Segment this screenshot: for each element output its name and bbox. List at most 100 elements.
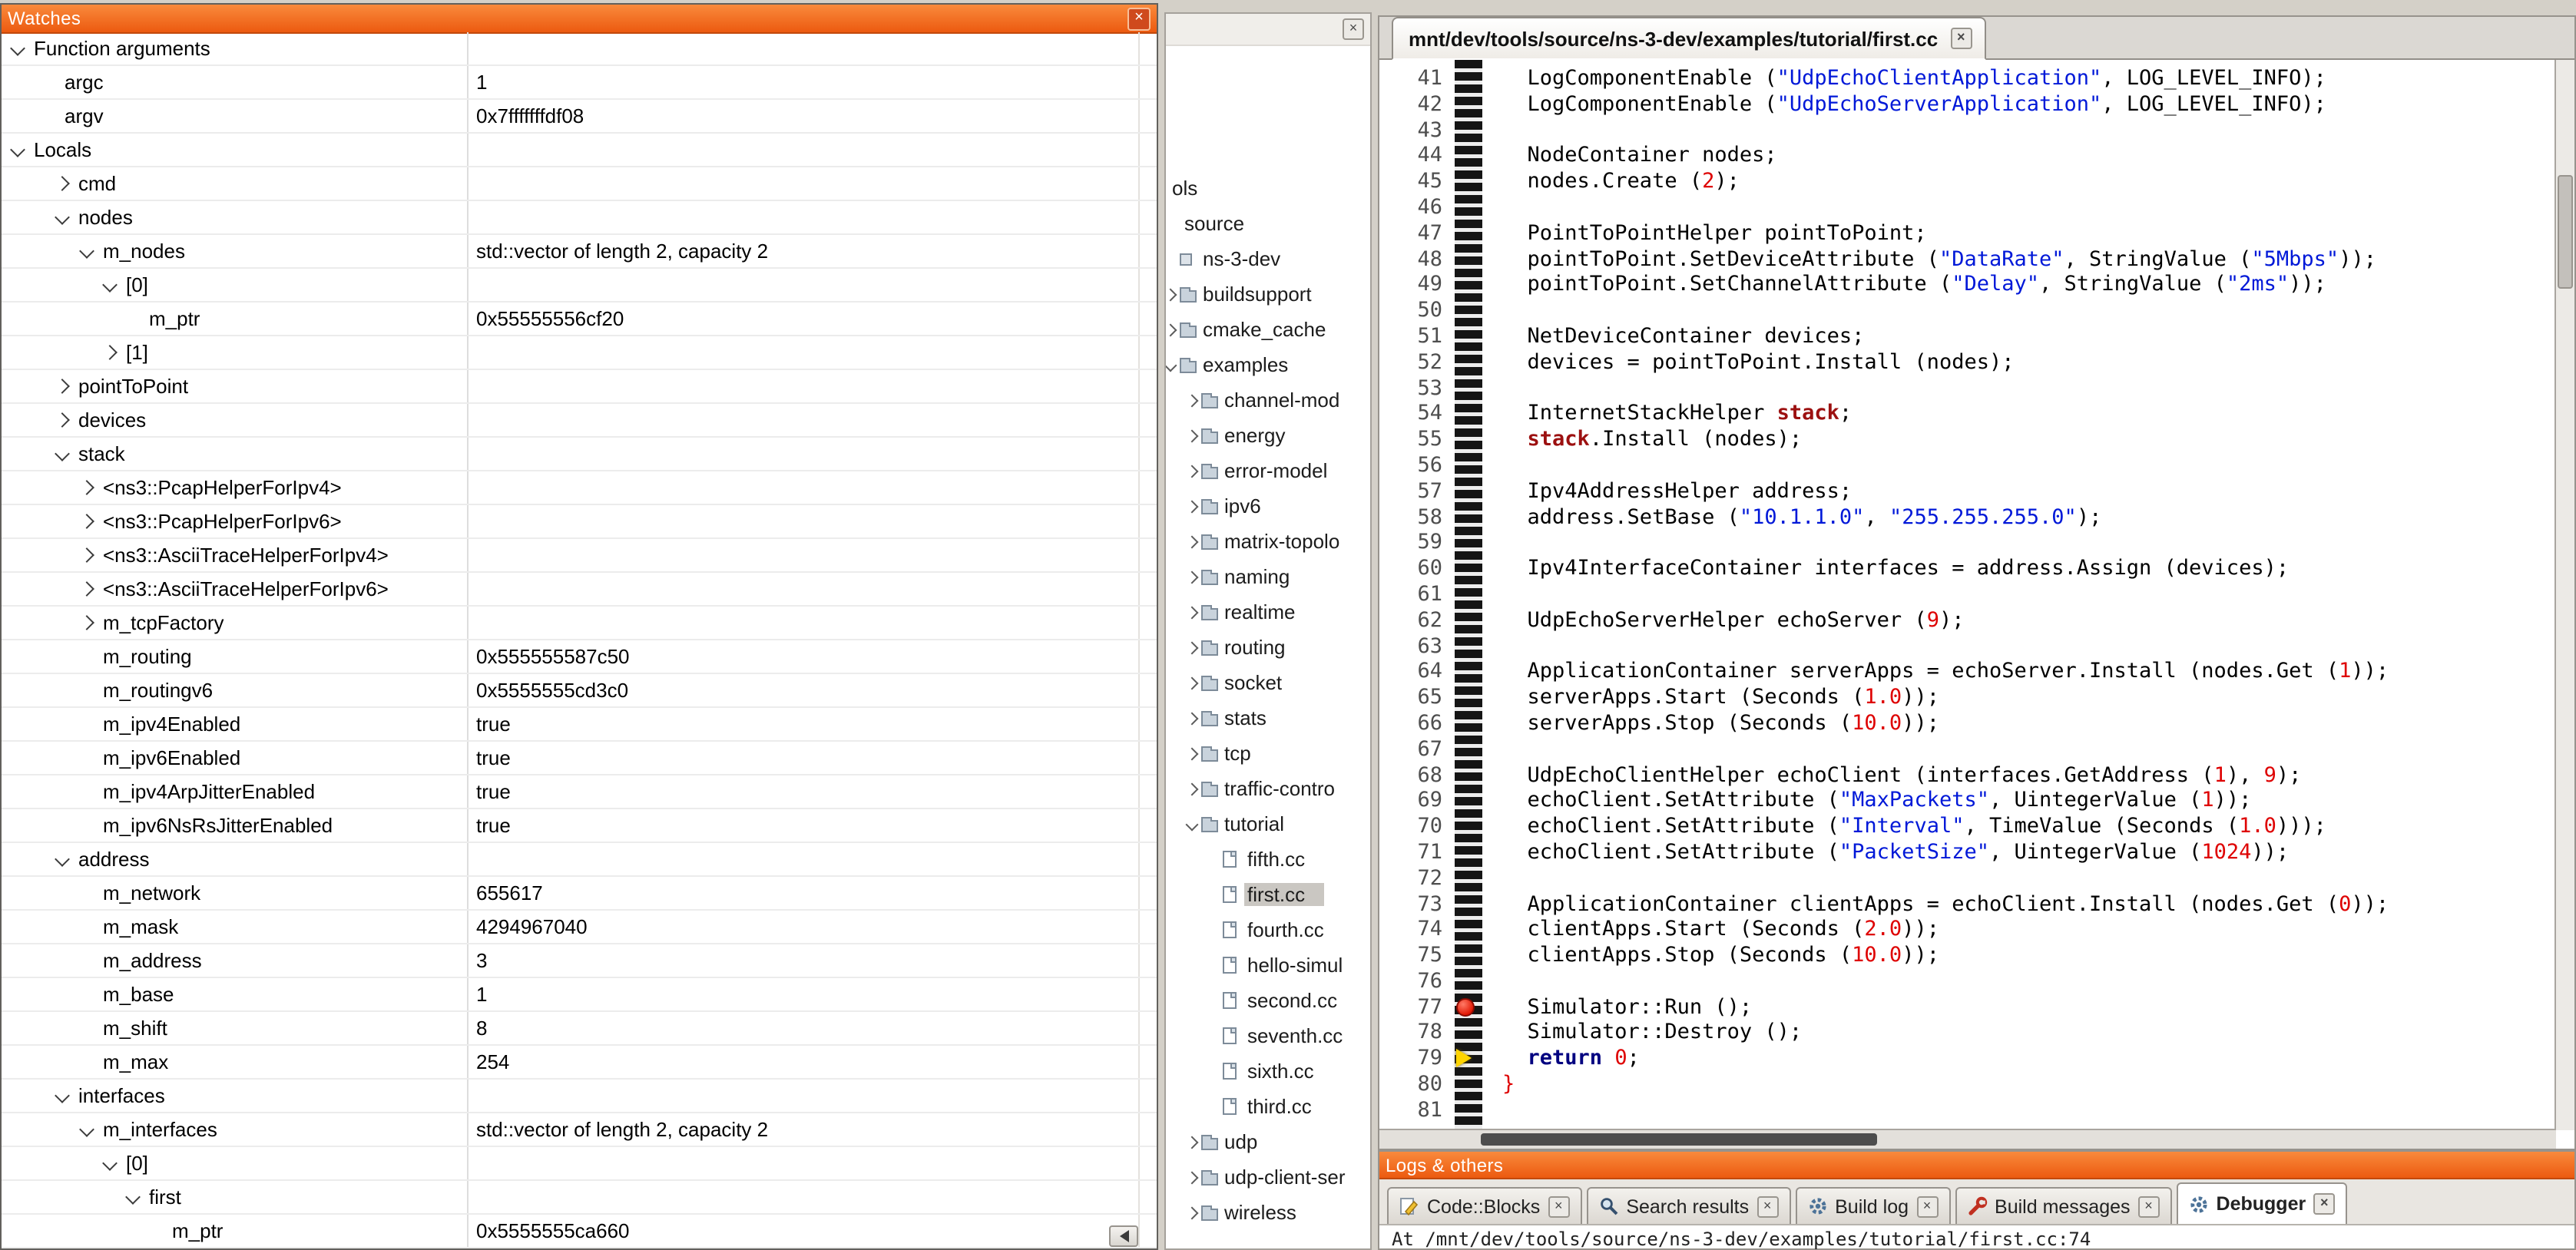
code-line[interactable]: 79 return 0; — [1379, 1047, 2556, 1073]
watch-row[interactable]: [1] — [2, 336, 1157, 370]
collapse-arrow-icon[interactable] — [55, 446, 70, 461]
tree-item[interactable]: tutorial — [1166, 806, 1370, 842]
tree-item[interactable]: socket — [1166, 665, 1370, 700]
expand-arrow-icon[interactable] — [1186, 783, 1199, 796]
code-line[interactable]: 65 serverApps.Start (Seconds (1.0)); — [1379, 685, 2556, 711]
horizontal-scrollbar-thumb[interactable] — [1481, 1133, 1877, 1146]
tree-item[interactable]: matrix-topolo — [1166, 524, 1370, 559]
tree-item[interactable]: routing — [1166, 630, 1370, 665]
tree-item[interactable]: ns-3-dev — [1166, 241, 1370, 276]
code-line[interactable]: 81 — [1379, 1098, 2556, 1124]
watch-row[interactable]: argv0x7fffffffdf08 — [2, 100, 1157, 134]
tree-item[interactable]: fourth.cc — [1166, 912, 1370, 947]
project-tree[interactable]: olssourcens-3-devbuildsupportcmake_cache… — [1166, 14, 1370, 1248]
watch-row[interactable]: m_address3 — [2, 944, 1157, 978]
tab-build-messages[interactable]: Build messages× — [1955, 1187, 2172, 1224]
tree-item[interactable]: second.cc — [1166, 983, 1370, 1018]
code-line[interactable]: 56 — [1379, 453, 2556, 479]
code-line[interactable]: 77 Simulator::Run (); — [1379, 994, 2556, 1020]
expand-arrow-icon[interactable] — [55, 412, 70, 428]
expand-arrow-icon[interactable] — [79, 480, 94, 495]
tree-item[interactable]: sixth.cc — [1166, 1053, 1370, 1089]
watch-row[interactable]: m_tcpFactory — [2, 607, 1157, 640]
watch-row[interactable]: Function arguments — [2, 32, 1157, 66]
watch-row[interactable]: m_ptr0x55555556cf20 — [2, 303, 1157, 336]
code-line[interactable]: 76 — [1379, 969, 2556, 995]
code-line[interactable]: 42 LogComponentEnable ("UdpEchoServerApp… — [1379, 92, 2556, 118]
watch-row[interactable]: stack — [2, 438, 1157, 471]
expand-arrow-icon[interactable] — [1186, 607, 1199, 620]
tab-build-log[interactable]: Build log× — [1795, 1187, 1950, 1224]
watch-row[interactable]: m_routing0x555555587c50 — [2, 640, 1157, 674]
collapse-arrow-icon[interactable] — [55, 210, 70, 225]
tab-search-results[interactable]: Search results× — [1586, 1187, 1790, 1224]
tree-item[interactable]: buildsupport — [1166, 276, 1370, 312]
code-line[interactable]: 46 — [1379, 195, 2556, 221]
horizontal-scrollbar[interactable] — [1379, 1129, 2556, 1149]
expand-arrow-icon[interactable] — [55, 379, 70, 394]
watch-row[interactable]: m_base1 — [2, 978, 1157, 1012]
close-icon[interactable]: × — [1127, 7, 1151, 30]
close-icon[interactable]: × — [1548, 1195, 1569, 1217]
watch-row[interactable]: m_max254 — [2, 1046, 1157, 1080]
collapse-arrow-icon[interactable] — [10, 142, 25, 157]
code-line[interactable]: 71 echoClient.SetAttribute ("PacketSize"… — [1379, 840, 2556, 866]
editor-tab[interactable]: mnt/dev/tools/source/ns-3-dev/examples/t… — [1392, 17, 1985, 60]
expand-arrow-icon[interactable] — [1186, 430, 1199, 443]
expand-arrow-icon[interactable] — [102, 345, 118, 360]
code-line[interactable]: 66 serverApps.Stop (Seconds (10.0)); — [1379, 711, 2556, 737]
watch-row[interactable]: m_ipv6Enabledtrue — [2, 742, 1157, 775]
tree-item[interactable]: traffic-contro — [1166, 771, 1370, 806]
collapse-arrow-icon[interactable] — [55, 852, 70, 867]
code-line[interactable]: 60 Ipv4InterfaceContainer interfaces = a… — [1379, 556, 2556, 582]
watch-row[interactable]: pointToPoint — [2, 370, 1157, 404]
watch-row[interactable]: <ns3::AsciiTraceHelperForIpv6> — [2, 573, 1157, 607]
watch-row[interactable]: m_interfacesstd::vector of length 2, cap… — [2, 1113, 1157, 1147]
vertical-scrollbar[interactable] — [2554, 60, 2574, 1130]
tab-debugger[interactable]: Debugger× — [2177, 1182, 2348, 1224]
breakpoint-icon[interactable] — [1456, 997, 1475, 1016]
tree-item[interactable]: first.cc — [1166, 877, 1370, 912]
expand-arrow-icon[interactable] — [1186, 1172, 1199, 1185]
logs-titlebar[interactable]: Logs & others — [1379, 1152, 2574, 1179]
close-icon[interactable]: × — [2313, 1193, 2335, 1215]
watch-row[interactable]: <ns3::AsciiTraceHelperForIpv4> — [2, 539, 1157, 573]
code-line[interactable]: 50 — [1379, 298, 2556, 324]
watch-row[interactable]: Locals — [2, 134, 1157, 167]
code-line[interactable]: 51 NetDeviceContainer devices; — [1379, 324, 2556, 350]
watch-row[interactable]: m_ipv4Enabledtrue — [2, 708, 1157, 742]
code-line[interactable]: 47 PointToPointHelper pointToPoint; — [1379, 221, 2556, 247]
watch-row[interactable]: m_ptr0x5555555ca660 — [2, 1215, 1157, 1248]
code-line[interactable]: 55 stack.Install (nodes); — [1379, 427, 2556, 453]
expand-arrow-icon[interactable] — [1186, 465, 1199, 478]
close-icon[interactable]: × — [1916, 1195, 1938, 1217]
code-line[interactable]: 49 pointToPoint.SetChannelAttribute ("De… — [1379, 273, 2556, 299]
code-line[interactable]: 61 — [1379, 582, 2556, 608]
collapse-arrow-icon[interactable] — [79, 1122, 94, 1137]
collapse-arrow-icon[interactable] — [1186, 818, 1199, 832]
collapse-arrow-icon[interactable] — [55, 1088, 70, 1103]
tree-item[interactable]: naming — [1166, 559, 1370, 594]
code-line[interactable]: 52 devices = pointToPoint.Install (nodes… — [1379, 350, 2556, 376]
expand-arrow-icon[interactable] — [1186, 536, 1199, 549]
watches-tree[interactable]: Function argumentsargc1argv0x7fffffffdf0… — [2, 32, 1157, 1248]
close-icon[interactable]: × — [1950, 28, 1972, 49]
tab-code-blocks[interactable]: Code::Blocks× — [1387, 1187, 1581, 1224]
expand-arrow-icon[interactable] — [79, 581, 94, 597]
tree-item[interactable]: examples — [1166, 347, 1370, 382]
tree-item[interactable]: stats — [1166, 700, 1370, 736]
tree-item[interactable]: third.cc — [1166, 1089, 1370, 1124]
watch-row[interactable]: m_mask4294967040 — [2, 911, 1157, 944]
scroll-left-stepper[interactable] — [1109, 1225, 1138, 1247]
tree-item[interactable]: energy — [1166, 418, 1370, 453]
tree-item[interactable]: udp-client-ser — [1166, 1159, 1370, 1195]
code-line[interactable]: 75 clientApps.Stop (Seconds (10.0)); — [1379, 943, 2556, 969]
tree-item[interactable]: error-model — [1166, 453, 1370, 488]
watch-row[interactable]: first — [2, 1181, 1157, 1215]
expand-arrow-icon[interactable] — [1186, 1136, 1199, 1149]
expand-arrow-icon[interactable] — [79, 514, 94, 529]
expand-arrow-icon[interactable] — [1186, 395, 1199, 408]
collapse-arrow-icon[interactable] — [79, 243, 94, 259]
watch-row[interactable]: <ns3::PcapHelperForIpv6> — [2, 505, 1157, 539]
code-line[interactable]: 59 — [1379, 531, 2556, 557]
